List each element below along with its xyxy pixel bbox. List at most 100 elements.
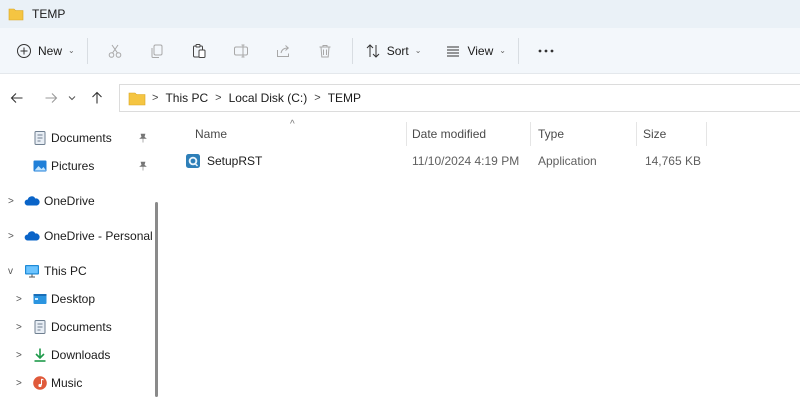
sidebar-item-this-pc[interactable]: v This PC xyxy=(0,257,152,285)
rename-icon xyxy=(233,44,248,57)
expand-chevron-icon[interactable]: > xyxy=(8,231,14,242)
cut-icon xyxy=(108,44,122,58)
sidebar-item-label: OneDrive xyxy=(44,194,95,208)
this-pc-icon xyxy=(25,265,39,278)
file-list: ^ Name Date modified Type Size SetupRST xyxy=(163,119,800,397)
recent-locations-button[interactable] xyxy=(64,84,80,112)
sidebar-item-label: This PC xyxy=(44,264,87,278)
paste-button[interactable] xyxy=(178,35,220,67)
window-title: TEMP xyxy=(32,7,66,21)
more-options-button[interactable] xyxy=(525,35,567,67)
documents-icon xyxy=(34,320,46,334)
column-header-label: Date modified xyxy=(412,127,487,141)
column-header-row: ^ Name Date modified Type Size xyxy=(163,119,800,146)
sidebar-item-label: Documents xyxy=(51,131,112,145)
file-name: SetupRST xyxy=(207,154,263,168)
up-arrow-icon xyxy=(92,91,102,104)
sidebar-item-label: OneDrive - Personal xyxy=(44,229,153,243)
command-bar: New ⌄ Sort ⌄ View ⌄ xyxy=(0,28,800,74)
share-icon xyxy=(276,44,289,57)
navigation-pane: Documents Pictures > OneDrive > OneDrive… xyxy=(0,122,163,397)
folder-icon xyxy=(128,92,146,105)
new-icon xyxy=(17,43,31,58)
column-header-name[interactable]: Name xyxy=(195,122,405,146)
toolbar-divider xyxy=(517,37,519,64)
chevron-down-icon: ⌄ xyxy=(499,46,506,55)
share-button[interactable] xyxy=(262,35,304,67)
setup-app-icon xyxy=(186,154,200,168)
sidebar-scrollbar[interactable] xyxy=(155,202,158,397)
file-date-modified: 11/10/2024 4:19 PM xyxy=(412,154,520,168)
sidebar-item-documents-pinned[interactable]: Documents xyxy=(0,124,152,152)
view-label: View xyxy=(467,43,494,58)
column-header-label: Name xyxy=(195,127,228,141)
view-icon xyxy=(447,46,460,56)
pin-icon xyxy=(139,133,147,143)
column-header-label: Type xyxy=(538,127,565,141)
forward-button[interactable] xyxy=(38,84,64,112)
breadcrumb-local-disk[interactable]: Local Disk (C:) xyxy=(229,91,308,105)
onedrive-icon xyxy=(24,231,40,241)
expand-chevron-icon[interactable]: > xyxy=(8,196,14,207)
sidebar-item-label: Desktop xyxy=(51,292,96,306)
column-header-type[interactable]: Type xyxy=(538,122,628,146)
toolbar-divider xyxy=(351,37,353,64)
sidebar-item-music[interactable]: > Music xyxy=(0,369,152,397)
desktop-icon xyxy=(33,294,47,304)
sidebar-item-desktop[interactable]: > Desktop xyxy=(0,285,152,313)
column-divider[interactable] xyxy=(636,122,637,146)
view-button[interactable]: View ⌄ xyxy=(439,35,512,67)
delete-button[interactable] xyxy=(304,35,346,67)
column-divider[interactable] xyxy=(530,122,531,146)
breadcrumb-this-pc[interactable]: This PC xyxy=(165,91,208,105)
copy-button[interactable] xyxy=(136,35,178,67)
sidebar-item-label: Music xyxy=(51,376,83,390)
file-name-cell[interactable]: SetupRST xyxy=(185,150,400,172)
address-bar-row: > This PC > Local Disk (C:) > TEMP xyxy=(0,74,800,122)
chevron-down-icon: ⌄ xyxy=(68,46,75,55)
downloads-icon xyxy=(34,348,46,362)
breadcrumb-separator: > xyxy=(152,92,159,104)
rename-button[interactable] xyxy=(220,35,262,67)
column-divider[interactable] xyxy=(406,122,407,146)
file-row[interactable]: SetupRST 11/10/2024 4:19 PM Application … xyxy=(163,150,800,172)
chevron-down-icon xyxy=(68,96,76,101)
expand-chevron-icon[interactable]: > xyxy=(16,378,22,389)
forward-arrow-icon xyxy=(45,93,58,103)
column-divider[interactable] xyxy=(706,122,707,146)
file-size: 14,765 KB xyxy=(644,154,701,168)
new-label: New xyxy=(38,43,63,58)
expand-chevron-icon[interactable]: > xyxy=(16,294,22,305)
sidebar-item-downloads[interactable]: > Downloads xyxy=(0,341,152,369)
sidebar-item-label: Downloads xyxy=(51,348,111,362)
column-header-size[interactable]: Size xyxy=(643,122,703,146)
sidebar-item-onedrive[interactable]: > OneDrive xyxy=(0,187,152,215)
expand-chevron-icon[interactable]: > xyxy=(16,350,22,361)
sidebar-item-onedrive-personal[interactable]: > OneDrive - Personal xyxy=(0,222,153,250)
breadcrumb-temp[interactable]: TEMP xyxy=(328,91,361,105)
column-header-date-modified[interactable]: Date modified xyxy=(412,122,532,146)
file-type: Application xyxy=(538,154,597,168)
cut-button[interactable] xyxy=(94,35,136,67)
new-button[interactable]: New ⌄ xyxy=(10,35,81,67)
expand-chevron-icon[interactable]: > xyxy=(16,322,22,333)
sort-label: Sort xyxy=(386,43,409,58)
collapse-chevron-icon[interactable]: v xyxy=(8,266,13,277)
back-button[interactable] xyxy=(4,84,30,112)
delete-icon xyxy=(319,44,331,57)
sidebar-item-documents[interactable]: > Documents xyxy=(0,313,152,341)
up-button[interactable] xyxy=(84,84,110,112)
onedrive-icon xyxy=(24,196,40,206)
sort-icon xyxy=(366,43,380,58)
breadcrumb-separator: > xyxy=(314,92,321,104)
documents-icon xyxy=(34,131,46,145)
sidebar-item-label: Pictures xyxy=(51,159,95,173)
sidebar-item-label: Documents xyxy=(51,320,112,334)
address-input[interactable]: > This PC > Local Disk (C:) > TEMP xyxy=(119,84,800,112)
sort-button[interactable]: Sort ⌄ xyxy=(359,35,428,67)
column-header-label: Size xyxy=(643,127,667,141)
folder-icon xyxy=(8,8,24,21)
toolbar-divider xyxy=(86,37,88,64)
sidebar-item-pictures-pinned[interactable]: Pictures xyxy=(0,152,152,180)
breadcrumb-separator: > xyxy=(215,92,222,104)
